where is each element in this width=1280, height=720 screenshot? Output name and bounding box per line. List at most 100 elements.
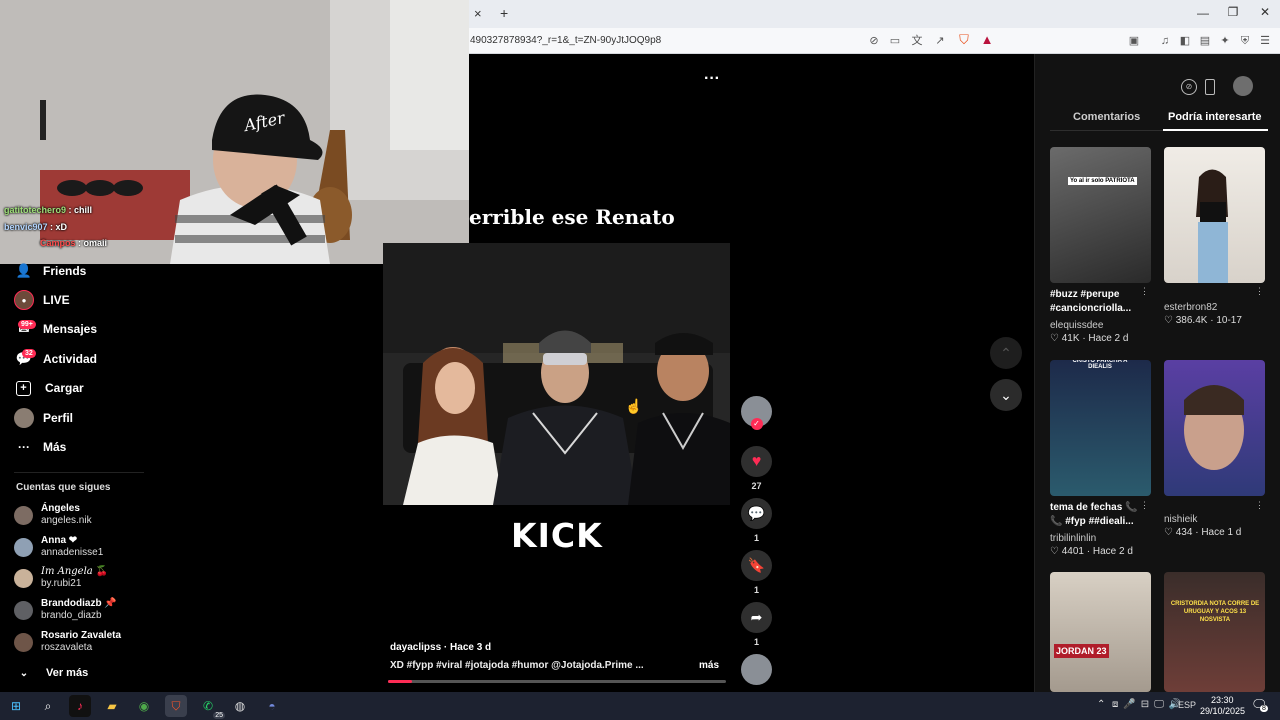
save-button[interactable]: 🔖 xyxy=(741,550,772,581)
close-tab-icon[interactable]: × xyxy=(474,6,482,21)
chrome-icon[interactable]: ◉ xyxy=(133,695,155,717)
close-window-button[interactable]: ✕ xyxy=(1250,5,1280,19)
avatar xyxy=(14,632,33,652)
account-username: angeles.nik xyxy=(41,515,92,526)
nav-label: Perfil xyxy=(43,411,74,425)
media-icon[interactable]: ♫ xyxy=(1158,34,1172,48)
cast-icon[interactable]: ▭ xyxy=(888,34,902,48)
recommended-thumb[interactable] xyxy=(1164,147,1265,283)
chevron-down-icon: ⌄ xyxy=(19,667,29,679)
messages-badge: 99+ xyxy=(18,320,36,329)
save-count: 1 xyxy=(753,585,759,595)
minimize-button[interactable]: — xyxy=(1188,6,1218,20)
share-icon[interactable]: ↗ xyxy=(933,34,947,48)
recommended-title[interactable]: #buzz #perupe #cancioncriolla... xyxy=(1050,288,1145,316)
see-more-button[interactable]: ⌄ Ver más xyxy=(14,662,88,684)
recommended-user[interactable]: nishieik xyxy=(1164,514,1197,525)
recommended-user[interactable]: esterbron82 xyxy=(1164,302,1217,313)
wallet-icon[interactable]: ▤ xyxy=(1198,34,1212,48)
following-account[interactable]: Anna ❤ annadenisse1 xyxy=(14,534,103,560)
whatsapp-icon[interactable]: ✆ 25 xyxy=(197,695,225,719)
search-icon[interactable]: ⌕ xyxy=(37,695,59,717)
nav-label: Cargar xyxy=(45,381,84,395)
video-caption: XD #fypp #viral #jotajoda #humor @Jotajo… xyxy=(390,660,644,671)
video-author-line[interactable]: dayaclipss · Hace 3 d xyxy=(390,642,491,653)
see-more-label: Ver más xyxy=(46,667,89,679)
nav-upload[interactable]: + Cargar xyxy=(14,377,84,399)
video-title-overlay: errible ese Renato xyxy=(469,205,675,229)
windows-taskbar: ⊞ ⌕ ♪ ▰ ◉ ⛉ ✆ 25 ◍ ◓ ⌃ ⧈🎤⊟🖵🔊 ESP 23:30 2… xyxy=(0,692,1280,720)
recommended-thumb[interactable]: Yo al ir solo PATRIOTA xyxy=(1050,147,1151,283)
card-options-icon[interactable]: ⋮ xyxy=(1140,286,1149,297)
recommended-user[interactable]: elequissdee xyxy=(1050,320,1103,331)
next-video-button[interactable]: ⌄ xyxy=(990,379,1022,411)
nav-more[interactable]: ··· Más xyxy=(14,436,66,458)
caption-more-button[interactable]: más xyxy=(699,660,719,671)
nav-friends[interactable]: 👤 Friends xyxy=(14,260,86,282)
tab-comments[interactable]: Comentarios xyxy=(1073,111,1140,123)
language-indicator[interactable]: ESP xyxy=(1178,700,1196,710)
sidebar-toggle-icon[interactable]: ▣ xyxy=(1127,34,1141,48)
new-tab-button[interactable]: + xyxy=(500,5,508,21)
card-options-icon[interactable]: ⋮ xyxy=(1140,500,1149,511)
previous-video-button[interactable]: ⌃ xyxy=(990,337,1022,369)
following-account[interactable]: 𝐼𝑚 𝐴𝑛𝑔𝑒𝑙𝑎 🍒 by.rubi21 xyxy=(14,565,108,591)
video-player[interactable] xyxy=(383,243,730,505)
nav-profile[interactable]: Perfil xyxy=(14,407,73,429)
recommended-user[interactable]: tribilinlinlin xyxy=(1050,533,1096,544)
translate-icon[interactable]: 文 xyxy=(910,34,924,48)
url-field[interactable]: 490327878934?_r=1&_t=ZN-90yJtJOQ9p8 xyxy=(470,35,661,46)
user-avatar[interactable] xyxy=(1233,76,1253,96)
brave-browser-icon[interactable]: ⛉ xyxy=(165,695,187,717)
recommended-title[interactable]: tema de fechas 📞 📞 #fyp ##dieali... xyxy=(1050,501,1145,529)
brave-rewards-icon[interactable]: ▲ xyxy=(980,33,994,47)
webcam-overlay: After gatitotechero9 : chill benvic907 :… xyxy=(0,0,469,264)
comment-button[interactable]: 💬 xyxy=(741,498,772,529)
account-username: brando_diazb xyxy=(41,610,102,621)
upload-icon: + xyxy=(16,380,31,396)
like-button[interactable]: ♥ xyxy=(741,446,772,477)
nav-live[interactable]: ● LIVE xyxy=(14,289,70,311)
restore-button[interactable]: ❐ xyxy=(1218,5,1248,19)
video-more-menu[interactable]: ··· xyxy=(704,70,720,88)
music-disc[interactable] xyxy=(741,654,772,685)
card-options-icon[interactable]: ⋮ xyxy=(1255,500,1264,511)
phone-icon[interactable] xyxy=(1205,79,1215,95)
notifications-icon[interactable]: 🗨 8 xyxy=(1251,697,1268,713)
chat-message: : omaii xyxy=(75,238,108,248)
nav-label: Actividad xyxy=(43,352,98,366)
clock-date[interactable]: 29/10/2025 xyxy=(1200,706,1245,716)
tray-chevron-icon[interactable]: ⌃ xyxy=(1097,699,1105,710)
discord-icon[interactable]: ◓ xyxy=(261,695,283,717)
comment-count: 1 xyxy=(753,533,759,543)
windows-start-icon[interactable]: ⊞ xyxy=(5,695,27,717)
chat-line: gatitotechero9 : chill xyxy=(4,205,92,215)
vpn-icon[interactable]: ⛨ xyxy=(1238,34,1252,48)
compass-icon[interactable]: ⊘ xyxy=(1181,79,1197,95)
split-view-icon[interactable]: ◧ xyxy=(1178,34,1192,48)
card-options-icon[interactable]: ⋮ xyxy=(1255,286,1264,297)
activity-badge: 32 xyxy=(22,349,36,358)
recommended-thumb[interactable] xyxy=(1164,360,1265,496)
recommended-thumb[interactable]: JORDAN 23 xyxy=(1050,572,1151,692)
reader-off-icon[interactable]: ⊘ xyxy=(867,34,881,48)
menu-icon[interactable]: ☰ xyxy=(1258,34,1272,48)
creator-avatar[interactable]: ✓ xyxy=(741,396,772,430)
recommended-thumb[interactable]: CRISTO PARCHA A DIEALIS xyxy=(1050,360,1151,496)
tiktok-app-icon[interactable]: ♪ xyxy=(69,695,91,717)
account-name: Rosario Zavaleta xyxy=(41,630,122,641)
leo-ai-icon[interactable]: ✦ xyxy=(1218,34,1232,48)
file-explorer-icon[interactable]: ▰ xyxy=(101,695,123,717)
clock-time[interactable]: 23:30 xyxy=(1211,695,1234,705)
obs-icon[interactable]: ◍ xyxy=(229,695,251,717)
tab-might-interest[interactable]: Podría interesarte xyxy=(1168,111,1262,123)
account-name: Brandodiazb 📌 xyxy=(41,598,117,609)
video-progress-track[interactable] xyxy=(388,680,726,683)
tray-icons[interactable]: ⧈🎤⊟🖵🔊 xyxy=(1112,699,1186,710)
following-account[interactable]: Brandodiazb 📌 brando_diazb xyxy=(14,597,117,623)
following-account[interactable]: Rosario Zavaleta roszavaleta xyxy=(14,629,121,655)
brave-shield-icon[interactable]: ⛉ xyxy=(957,33,971,47)
recommended-thumb[interactable]: CRISTORDIA NOTA CORRE DE URUGUAY Y ACOS … xyxy=(1164,572,1265,692)
share-button[interactable]: ➦ xyxy=(741,602,772,633)
following-account[interactable]: Ángeles angeles.nik xyxy=(14,502,92,528)
